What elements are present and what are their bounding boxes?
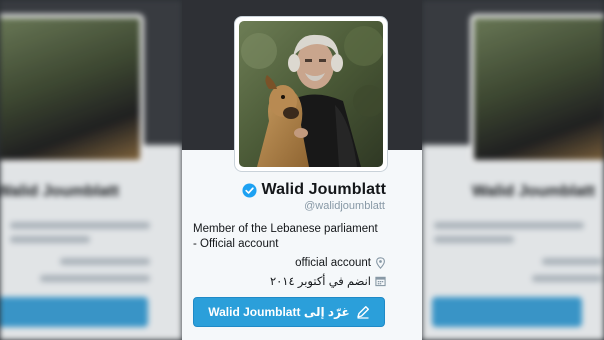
avatar-photo bbox=[239, 21, 383, 167]
tweet-to-button[interactable]: غرّد إلى Walid Joumblatt bbox=[193, 297, 385, 327]
profile-join-date: انضم في أكتوبر ٢٠١٤ bbox=[270, 274, 386, 288]
profile-card: Walid Joumblatt @walidjoumblatt Member o… bbox=[182, 0, 422, 340]
compose-tweet-icon bbox=[357, 306, 369, 319]
profile-bio: Member of the Lebanese parliament - Offi… bbox=[193, 223, 378, 250]
blurred-name-right: Walid Joumblatt bbox=[472, 183, 595, 200]
blurred-background-right: Walid Joumblatt bbox=[422, 0, 604, 340]
blurred-background-left: Walid Joumblatt bbox=[0, 0, 182, 340]
calendar-icon bbox=[375, 276, 386, 287]
profile-location: official account bbox=[295, 257, 386, 269]
join-date-text: انضم في أكتوبر ٢٠١٤ bbox=[269, 276, 371, 288]
tweet-to-label: غرّد إلى Walid Joumblatt bbox=[208, 305, 350, 319]
verified-badge-icon bbox=[242, 182, 257, 198]
profile-name[interactable]: Walid Joumblatt bbox=[262, 181, 386, 199]
location-text: official account bbox=[295, 257, 371, 269]
profile-handle[interactable]: @walidjoumblatt bbox=[304, 200, 385, 212]
profile-avatar[interactable] bbox=[234, 16, 388, 172]
blurred-name-left: Walid Joumblatt bbox=[0, 183, 119, 200]
profile-name-row: Walid Joumblatt bbox=[182, 181, 422, 199]
location-pin-icon bbox=[376, 257, 385, 269]
